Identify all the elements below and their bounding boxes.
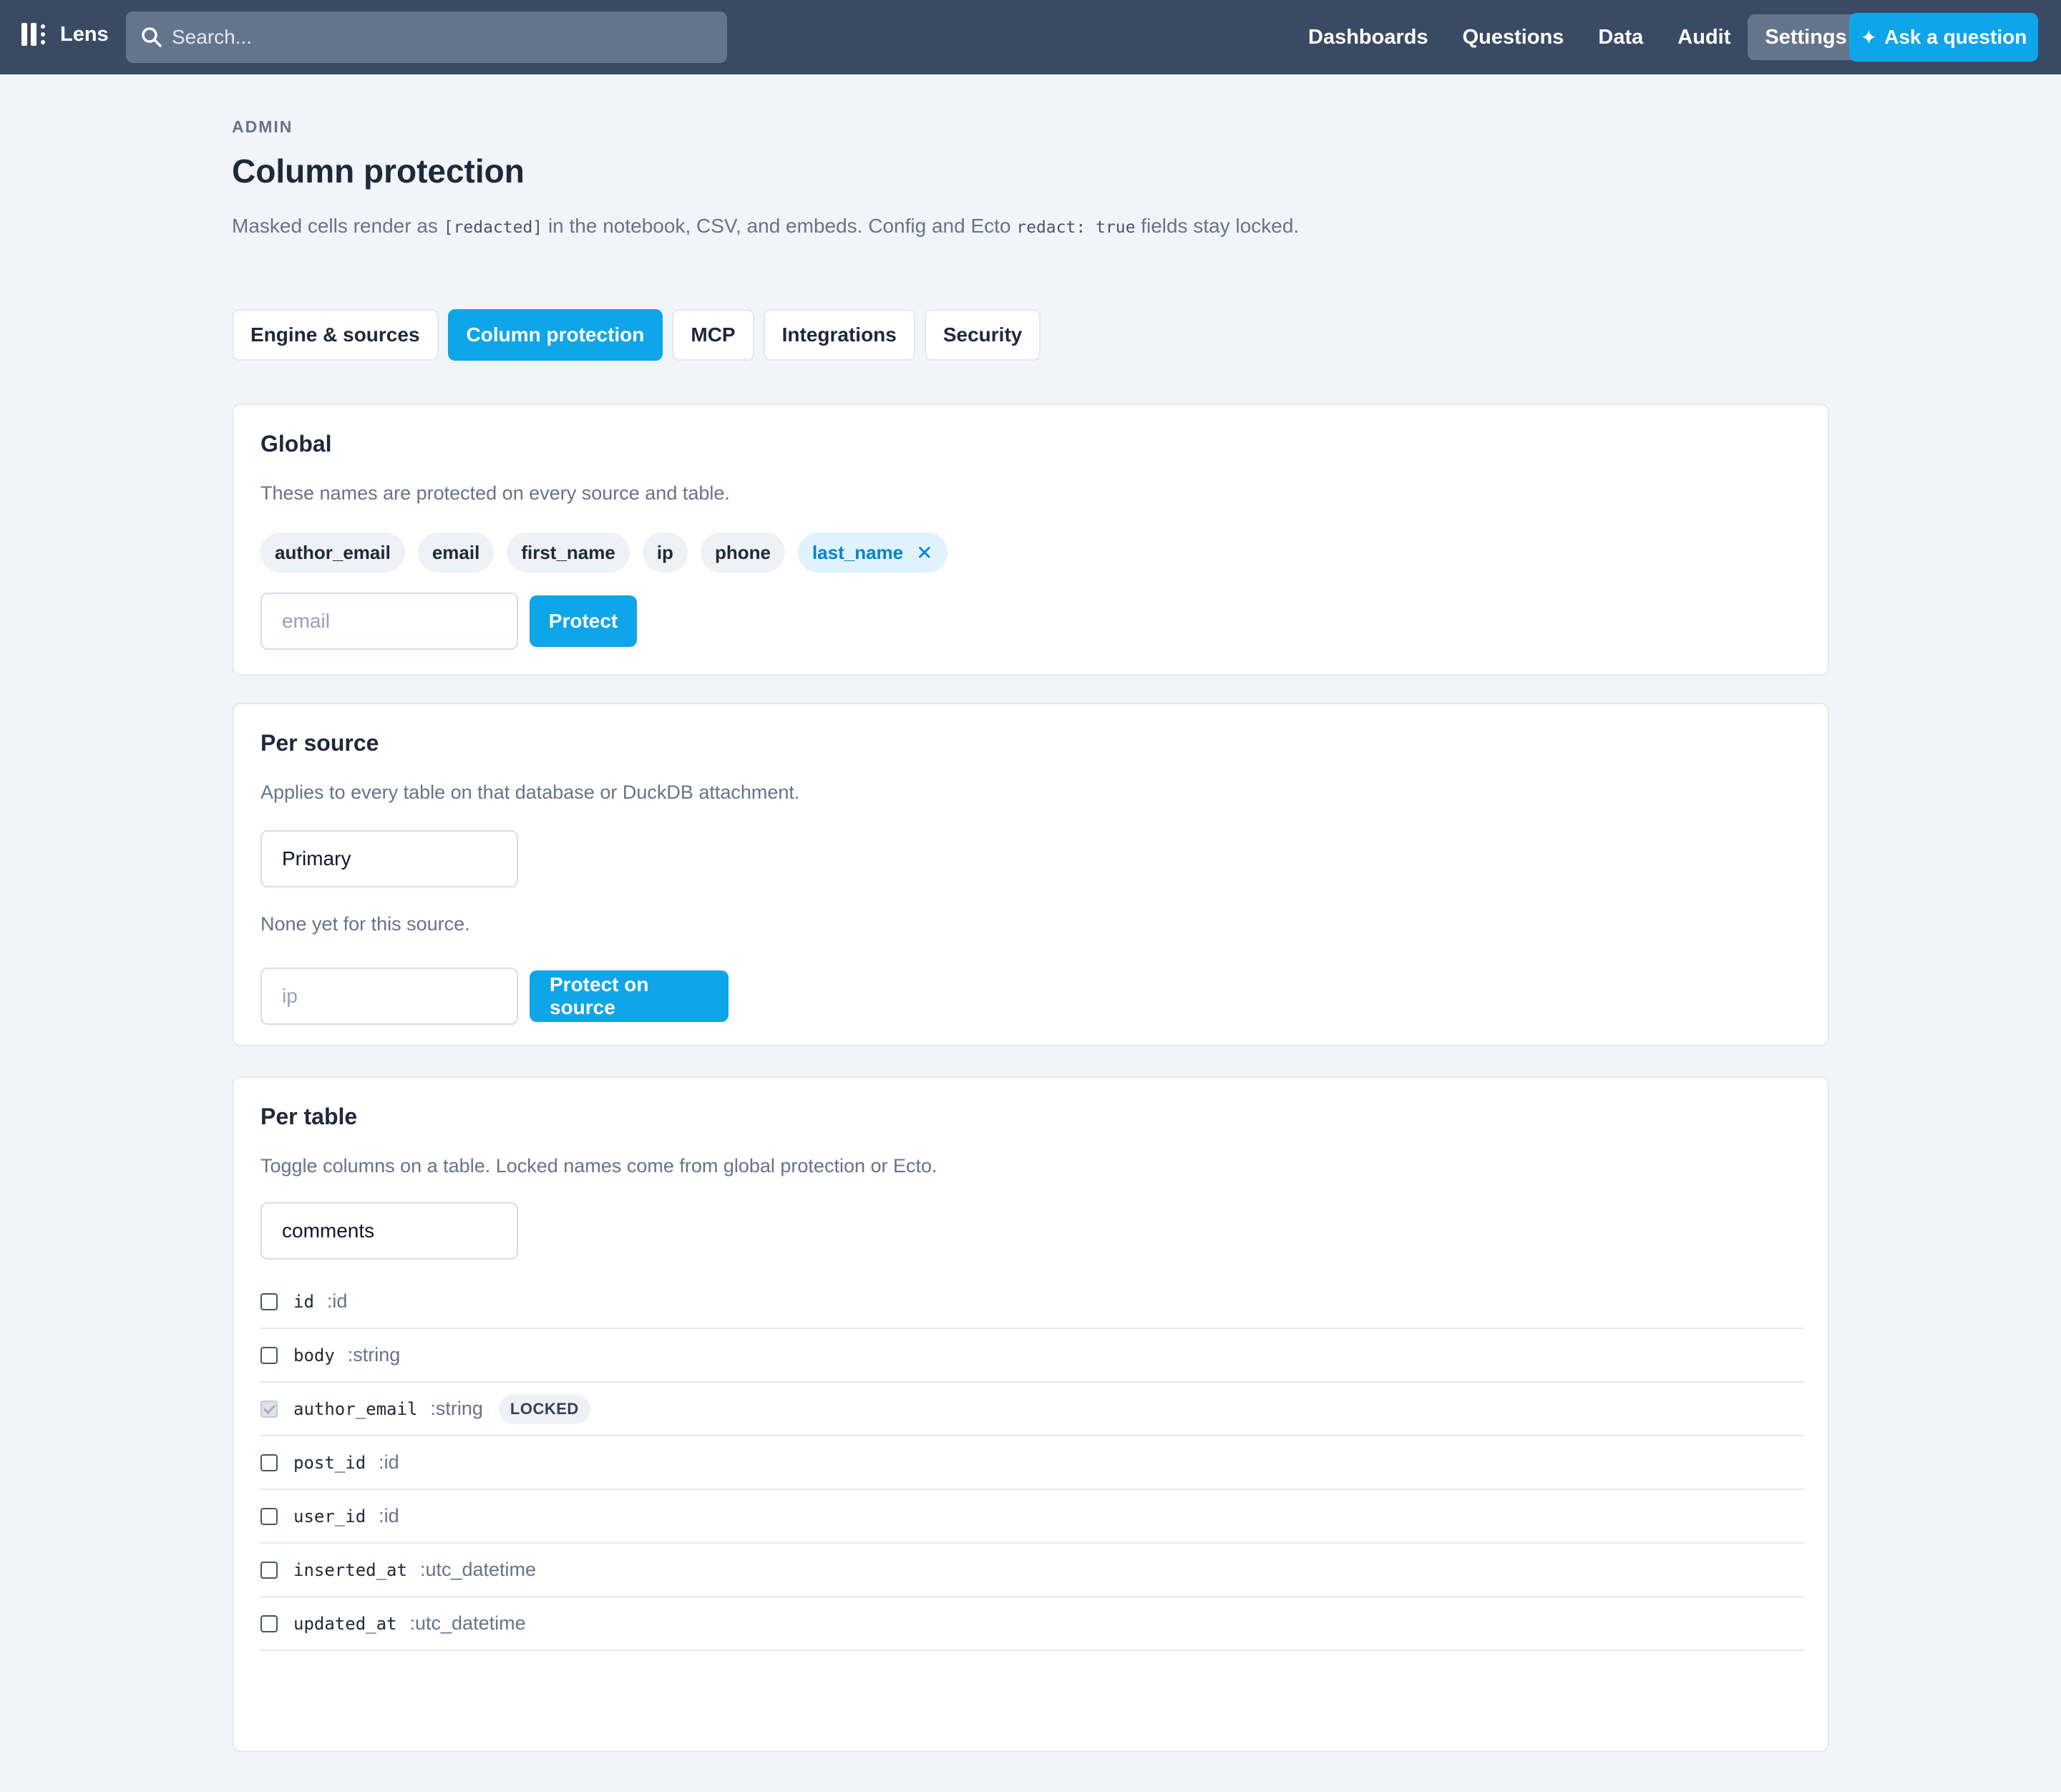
chip[interactable]: author_email xyxy=(260,532,405,573)
column-row[interactable]: post_id :id xyxy=(260,1436,1803,1490)
column-name: inserted_at xyxy=(293,1559,407,1580)
nav-dashboards[interactable]: Dashboards xyxy=(1291,14,1446,60)
column-checkbox[interactable] xyxy=(260,1615,278,1632)
sparkle-icon: ✦ xyxy=(1860,26,1878,49)
column-list: id :id body :string author_email :string… xyxy=(260,1275,1803,1651)
column-row: author_email :string LOCKED xyxy=(260,1383,1803,1436)
column-name: body xyxy=(293,1345,335,1365)
chip-label: last_name xyxy=(812,541,904,563)
column-type: :id xyxy=(379,1505,399,1526)
per-source-card: Per source Applies to every table on tha… xyxy=(232,703,1829,1046)
column-row[interactable]: id :id xyxy=(260,1275,1803,1329)
column-name: updated_at xyxy=(293,1613,397,1634)
lens-logo-icon xyxy=(21,20,50,49)
empty-state: None yet for this source. xyxy=(260,913,470,935)
tab-column-protection[interactable]: Column protection xyxy=(447,309,663,361)
card-title: Per table xyxy=(260,1104,358,1129)
top-navbar: Lens Dashboards Questions Data Audit Set… xyxy=(0,0,2061,74)
locked-badge: LOCKED xyxy=(498,1393,590,1424)
source-name-input[interactable] xyxy=(260,968,518,1025)
ask-question-button[interactable]: ✦ Ask a question xyxy=(1849,13,2038,62)
nav-questions[interactable]: Questions xyxy=(1446,14,1582,60)
column-row[interactable]: updated_at :utc_datetime xyxy=(260,1597,1803,1651)
protect-on-source-button[interactable]: Protect on source xyxy=(530,970,729,1022)
column-name: id xyxy=(293,1291,314,1312)
card-description: These names are protected on every sourc… xyxy=(260,482,730,504)
column-checkbox[interactable] xyxy=(260,1561,278,1579)
card-title: Global xyxy=(260,431,332,457)
column-checkbox[interactable] xyxy=(260,1292,278,1310)
protected-chips: author_email email first_name ip phone l… xyxy=(260,532,960,573)
subtitle-code: redact: true xyxy=(1016,218,1136,237)
chip-selected[interactable]: last_name ✕ xyxy=(797,532,947,573)
app-brand[interactable]: Lens xyxy=(21,20,109,49)
subtitle-text: Masked cells render as xyxy=(232,215,444,237)
column-type: :string xyxy=(430,1398,483,1419)
table-select[interactable]: comments xyxy=(260,1202,518,1260)
chip[interactable]: first_name xyxy=(507,532,630,573)
protect-button[interactable]: Protect xyxy=(530,595,637,647)
tab-engine-sources[interactable]: Engine & sources xyxy=(232,309,439,361)
card-description: Toggle columns on a table. Locked names … xyxy=(260,1155,937,1177)
tab-security[interactable]: Security xyxy=(924,309,1041,361)
column-name: author_email xyxy=(293,1398,418,1419)
card-title: Per source xyxy=(260,730,379,756)
chip[interactable]: phone xyxy=(700,532,785,573)
chip[interactable]: email xyxy=(417,532,494,573)
settings-tabs: Engine & sources Column protection MCP I… xyxy=(232,309,1050,361)
subtitle-code: [redacted] xyxy=(443,218,543,237)
chip[interactable]: ip xyxy=(642,532,688,573)
tab-mcp[interactable]: MCP xyxy=(672,309,754,361)
page-title: Column protection xyxy=(232,152,525,190)
search-bar[interactable] xyxy=(126,11,727,63)
global-card: Global These names are protected on ever… xyxy=(232,404,1829,676)
subtitle-text: in the notebook, CSV, and embeds. Config… xyxy=(542,215,1017,237)
source-select[interactable]: Primary xyxy=(260,830,518,887)
column-name: user_id xyxy=(293,1506,366,1526)
column-type: :utc_datetime xyxy=(419,1559,537,1580)
ask-question-label: Ask a question xyxy=(1884,26,2027,48)
column-row[interactable]: inserted_at :utc_datetime xyxy=(260,1544,1803,1597)
nav-settings[interactable]: Settings xyxy=(1748,14,1864,60)
column-type: :string xyxy=(347,1344,401,1365)
close-icon[interactable]: ✕ xyxy=(916,541,932,565)
nav-audit[interactable]: Audit xyxy=(1660,14,1748,60)
subtitle-text: fields stay locked. xyxy=(1135,215,1300,237)
column-checkbox-locked xyxy=(260,1400,278,1418)
card-description: Applies to every table on that database … xyxy=(260,781,800,803)
column-row[interactable]: user_id :id xyxy=(260,1490,1803,1544)
column-checkbox[interactable] xyxy=(260,1346,278,1364)
global-name-input[interactable] xyxy=(260,593,518,650)
column-type: :id xyxy=(379,1451,399,1473)
column-type: :utc_datetime xyxy=(409,1612,526,1634)
column-name: post_id xyxy=(293,1452,366,1473)
search-icon xyxy=(142,27,162,47)
per-table-card: Per table Toggle columns on a table. Loc… xyxy=(232,1076,1829,1752)
app-name: Lens xyxy=(60,22,109,46)
nav-data[interactable]: Data xyxy=(1581,14,1660,60)
column-checkbox[interactable] xyxy=(260,1507,278,1525)
main-nav: Dashboards Questions Data Audit Settings xyxy=(1291,11,1864,63)
search-input[interactable] xyxy=(170,25,703,49)
column-type: :id xyxy=(326,1290,348,1312)
column-checkbox[interactable] xyxy=(260,1453,278,1471)
column-row[interactable]: body :string xyxy=(260,1329,1803,1383)
tab-integrations[interactable]: Integrations xyxy=(763,309,915,361)
eyebrow: ADMIN xyxy=(232,117,293,136)
page-subtitle: Masked cells render as [redacted] in the… xyxy=(232,215,1299,238)
